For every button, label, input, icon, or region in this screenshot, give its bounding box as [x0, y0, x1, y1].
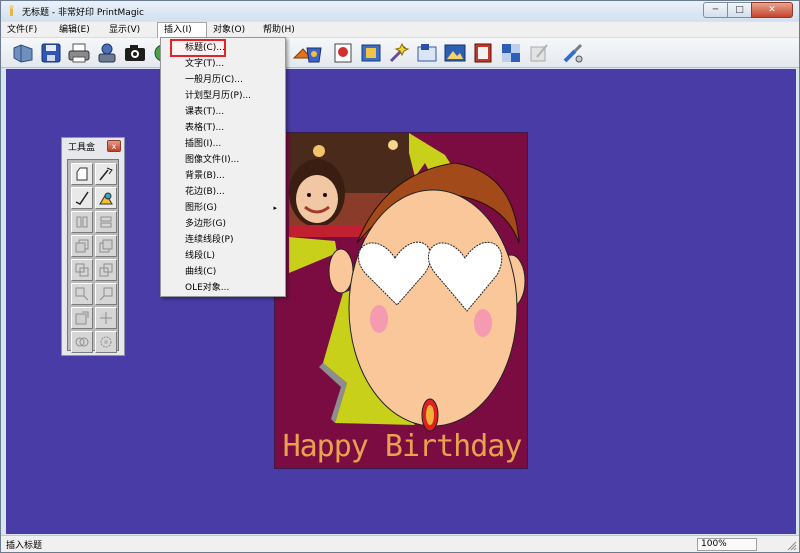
print-icon[interactable] [67, 41, 91, 65]
card-icon[interactable] [415, 41, 439, 65]
minimize-button[interactable]: ─ [703, 2, 728, 18]
insert-shape-item[interactable]: 图形(G) ▸ [161, 200, 285, 216]
insert-line-item[interactable]: 线段(L) [161, 248, 285, 264]
insert-shape-label: 图形(G) [185, 203, 217, 213]
tools-icon[interactable] [561, 41, 585, 65]
toolbox-close-button[interactable]: x [107, 140, 121, 152]
toolbox-title: 工具盒 [68, 142, 96, 153]
toolbox-panel: 工具盒 x [61, 137, 125, 356]
insert-title-item[interactable]: 标题(C)... [170, 39, 226, 57]
send-backward-tool-icon[interactable] [95, 235, 117, 257]
shape-tool-icon[interactable] [95, 187, 117, 209]
album-icon[interactable] [359, 41, 383, 65]
menu-bar: 文件(F) 编辑(E) 显示(V) 插入(I) 对象(O) 帮助(H) [1, 21, 799, 38]
insert-timetable-item[interactable]: 课表(T)... [161, 104, 285, 120]
group-tool-icon[interactable] [71, 283, 93, 305]
status-message: 插入标题 [6, 540, 43, 551]
layout-icon[interactable] [499, 41, 523, 65]
effects-tool-icon[interactable] [95, 331, 117, 353]
document-canvas[interactable]: Happy Birthday [274, 132, 528, 469]
picture-frame-icon[interactable] [471, 41, 495, 65]
app-icon [6, 5, 18, 17]
insert-background-item[interactable]: 背景(B)... [161, 168, 285, 184]
app-window: 无标题 - 非常好印 PrintMagic ─ □ ✕ 文件(F) 编辑(E) … [0, 0, 800, 553]
edit-disabled-icon[interactable] [527, 41, 551, 65]
resize-grip-icon[interactable] [787, 541, 797, 551]
ellipse-tool-icon[interactable] [71, 331, 93, 353]
menu-object[interactable]: 对象(O) [207, 22, 257, 38]
camera-icon[interactable] [123, 41, 147, 65]
insert-border-item[interactable]: 花边(B)... [161, 184, 285, 200]
submenu-arrow-icon: ▸ [273, 204, 277, 212]
status-bar: 插入标题 100% [1, 535, 799, 552]
window-controls: ─ □ ✕ [703, 2, 793, 18]
menu-view[interactable]: 显示(V) [103, 22, 157, 38]
greeting-card-artwork [289, 133, 526, 432]
maximize-button[interactable]: □ [727, 2, 752, 18]
insert-polygon-item[interactable]: 多边形(G) [161, 216, 285, 232]
insert-text-item[interactable]: 文字(T)... [161, 56, 285, 72]
scanner-icon[interactable] [95, 41, 119, 65]
insert-image-file-item[interactable]: 图像文件(I)... [161, 152, 285, 168]
new-page-tool-icon[interactable] [71, 163, 93, 185]
insert-polyline-item[interactable]: 连续线段(P) [161, 232, 285, 248]
open-file-icon[interactable] [11, 41, 35, 65]
pick-tool-icon[interactable] [95, 163, 117, 185]
insert-planner-calendar-item[interactable]: 计划型月历(P)... [161, 88, 285, 104]
align-top-tool-icon[interactable] [95, 211, 117, 233]
menu-edit[interactable]: 编辑(E) [53, 22, 103, 38]
photo-icon[interactable] [443, 41, 467, 65]
rotate-tool-icon[interactable] [95, 307, 117, 329]
align-left-tool-icon[interactable] [71, 211, 93, 233]
menu-help[interactable]: 帮助(H) [257, 22, 301, 38]
sticker-icon[interactable] [331, 41, 355, 65]
insert-ole-object-item[interactable]: OLE对象... [161, 280, 285, 296]
paste-tool-icon[interactable] [95, 259, 117, 281]
mug-icon[interactable] [303, 41, 327, 65]
wand-icon[interactable] [387, 41, 411, 65]
toolbox-title-bar: 工具盒 x [62, 138, 124, 154]
flip-tool-icon[interactable] [71, 307, 93, 329]
insert-curve-item[interactable]: 曲线(C) [161, 264, 285, 280]
insert-table-item[interactable]: 表格(T)... [161, 120, 285, 136]
menu-file[interactable]: 文件(F) [1, 22, 53, 38]
pen-tool-icon[interactable] [71, 187, 93, 209]
insert-calendar-item[interactable]: 一般月历(C)... [161, 72, 285, 88]
save-icon[interactable] [39, 41, 63, 65]
title-bar: 无标题 - 非常好印 PrintMagic ─ □ ✕ [1, 1, 799, 21]
insert-menu-dropdown: 标题(C)... 文字(T)... 一般月历(C)... 计划型月历(P)...… [160, 37, 286, 297]
close-button[interactable]: ✕ [751, 2, 793, 18]
toolbar [1, 38, 799, 68]
ungroup-tool-icon[interactable] [95, 283, 117, 305]
window-title: 无标题 - 非常好印 PrintMagic [22, 7, 144, 18]
copy-tool-icon[interactable] [71, 259, 93, 281]
zoom-level: 100% [697, 538, 757, 551]
menu-insert[interactable]: 插入(I) [157, 21, 207, 38]
toolbox-grid [67, 159, 119, 353]
insert-clipart-item[interactable]: 插图(I)... [161, 136, 285, 152]
bring-forward-tool-icon[interactable] [71, 235, 93, 257]
happy-birthday-text: Happy Birthday [282, 429, 523, 464]
